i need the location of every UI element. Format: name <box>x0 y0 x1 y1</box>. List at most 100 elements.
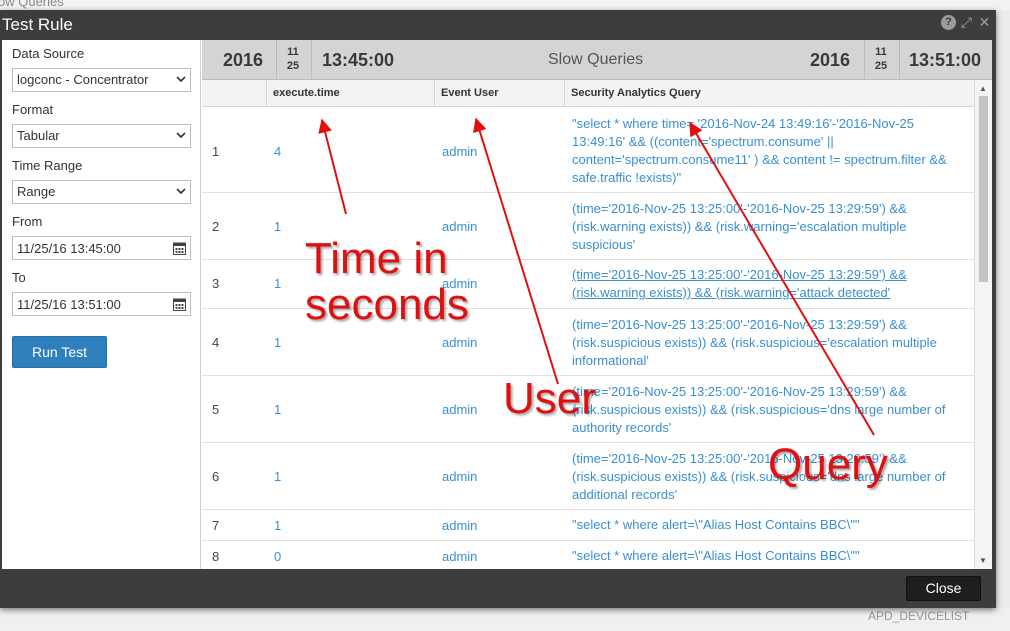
to-label: To <box>12 270 26 285</box>
start-month: 11 <box>287 46 299 58</box>
format-value: Tabular <box>17 128 60 143</box>
row-index: 7 <box>212 518 220 533</box>
row-query[interactable]: (time='2016-Nov-25 13:25:00'-'2016-Nov-2… <box>572 383 966 437</box>
row-index: 8 <box>212 549 220 564</box>
end-year: 2016 <box>810 50 851 70</box>
row-event-user[interactable]: admin <box>442 144 477 159</box>
row-event-user[interactable]: admin <box>442 549 477 564</box>
data-source-select[interactable]: logconc - Concentrator <box>12 68 191 92</box>
results-grid-header: execute.time Event User Security Analyti… <box>202 80 974 107</box>
row-event-user[interactable]: admin <box>442 335 477 350</box>
dialog-title-actions: ? ⤢ ✕ <box>941 15 992 30</box>
time-range-value: Range <box>17 184 56 199</box>
close-button[interactable]: Close <box>906 576 981 601</box>
dialog-title-bar: Test Rule ? ⤢ ✕ <box>0 10 996 39</box>
from-date-field[interactable]: 11/25/16 13:45:00 <box>12 236 191 260</box>
time-annotation-label: Time in seconds <box>305 236 469 328</box>
column-header-event-user[interactable]: Event User <box>435 80 565 107</box>
row-execute-time[interactable]: 4 <box>274 144 281 159</box>
row-event-user[interactable]: admin <box>442 469 477 484</box>
row-execute-time[interactable]: 1 <box>274 402 281 417</box>
column-header-index[interactable] <box>202 80 267 107</box>
format-label: Format <box>12 102 54 117</box>
results-scrollbar[interactable]: ▲ ▼ <box>974 80 992 569</box>
close-icon[interactable]: ✕ <box>977 15 992 30</box>
row-query[interactable]: "select * where alert=\"Alias Host Conta… <box>572 516 966 534</box>
data-source-value: logconc - Concentrator <box>17 72 149 87</box>
calendar-icon[interactable] <box>173 297 186 311</box>
start-year: 2016 <box>223 50 264 70</box>
expand-icon[interactable]: ⤢ <box>959 15 974 30</box>
background-title: ow Queries <box>0 0 64 9</box>
background-right-strip <box>996 10 1010 608</box>
dialog-body: Data Source logconc - Concentrator Forma… <box>2 40 992 569</box>
table-row[interactable]: 7 1 admin "select * where alert=\"Alias … <box>202 510 974 541</box>
chevron-down-icon <box>176 76 186 83</box>
row-event-user[interactable]: admin <box>442 219 477 234</box>
time-annotation-line1: Time in <box>305 234 448 283</box>
row-execute-time[interactable]: 1 <box>274 335 281 350</box>
time-range-header: 2016 11 25 13:45:00 Slow Queries 2016 11 2… <box>202 40 992 80</box>
row-query[interactable]: "select * where time= '2016-Nov-24 13:49… <box>572 115 966 187</box>
chevron-down-icon <box>176 188 186 195</box>
row-query[interactable]: (time='2016-Nov-25 13:25:00'-'2016-Nov-2… <box>572 200 966 254</box>
row-execute-time[interactable]: 1 <box>274 518 281 533</box>
to-date-value: 11/25/16 13:51:00 <box>17 297 121 312</box>
user-annotation-label: User <box>503 374 596 423</box>
table-row[interactable]: 1 4 admin "select * where time= '2016-No… <box>202 108 974 193</box>
row-index: 3 <box>212 276 220 291</box>
dialog-footer: Close <box>0 569 996 608</box>
time-range-select[interactable]: Range <box>12 180 191 204</box>
test-rule-dialog: Test Rule ? ⤢ ✕ Data Source logconc - Co… <box>0 10 996 608</box>
row-index: 6 <box>212 469 220 484</box>
divider <box>276 40 277 80</box>
time-annotation-line2: seconds <box>305 280 469 329</box>
chevron-down-icon <box>176 132 186 139</box>
table-row[interactable]: 8 0 admin "select * where alert=\"Alias … <box>202 541 974 569</box>
divider <box>311 40 312 80</box>
row-execute-time[interactable]: 1 <box>274 276 281 291</box>
dialog-title: Test Rule <box>2 15 73 34</box>
start-day: 25 <box>286 60 300 72</box>
background-list-item: APD_DEVICELIST <box>868 609 970 623</box>
to-date-field[interactable]: 11/25/16 13:51:00 <box>12 292 191 316</box>
end-day: 25 <box>874 60 888 72</box>
row-query[interactable]: (time='2016-Nov-25 13:25:00'-'2016-Nov-2… <box>572 316 966 370</box>
start-month-day: 11 25 <box>285 45 301 73</box>
row-query[interactable]: (time='2016-Nov-25 13:25:00'-'2016-Nov-2… <box>572 266 966 302</box>
help-icon[interactable]: ? <box>941 15 956 30</box>
data-source-label: Data Source <box>12 46 85 61</box>
column-header-query[interactable]: Security Analytics Query <box>565 80 974 107</box>
run-test-button[interactable]: Run Test <box>12 336 107 368</box>
scroll-up-icon[interactable]: ▲ <box>979 84 987 93</box>
divider <box>864 40 865 80</box>
calendar-icon[interactable] <box>173 241 186 255</box>
background-header: ow Queries <box>0 0 1010 10</box>
row-index: 1 <box>212 144 220 159</box>
background-footer: APD_DEVICELIST <box>0 608 1010 631</box>
row-event-user[interactable]: admin <box>442 402 477 417</box>
row-index: 2 <box>212 219 220 234</box>
row-execute-time[interactable]: 0 <box>274 549 281 564</box>
row-index: 5 <box>212 402 220 417</box>
row-execute-time[interactable]: 1 <box>274 469 281 484</box>
query-annotation-label: Query <box>768 440 888 489</box>
scrollbar-thumb[interactable] <box>979 96 988 282</box>
start-time: 13:45:00 <box>322 50 395 70</box>
row-query[interactable]: "select * where alert=\"Alias Host Conta… <box>572 547 966 565</box>
from-date-value: 11/25/16 13:45:00 <box>17 241 121 256</box>
end-time: 13:51:00 <box>909 50 982 70</box>
column-header-execute-time[interactable]: execute.time <box>267 80 435 107</box>
results-grid-body: 1 4 admin "select * where time= '2016-No… <box>202 108 974 569</box>
end-month-day: 11 25 <box>873 45 889 73</box>
row-event-user[interactable]: admin <box>442 518 477 533</box>
divider <box>899 40 900 80</box>
test-options-panel: Data Source logconc - Concentrator Forma… <box>2 40 201 569</box>
row-execute-time[interactable]: 1 <box>274 219 281 234</box>
row-index: 4 <box>212 335 220 350</box>
format-select[interactable]: Tabular <box>12 124 191 148</box>
results-title: Slow Queries <box>548 51 644 68</box>
end-month: 11 <box>875 46 887 58</box>
scroll-down-icon[interactable]: ▼ <box>979 556 987 565</box>
time-range-label: Time Range <box>12 158 83 173</box>
